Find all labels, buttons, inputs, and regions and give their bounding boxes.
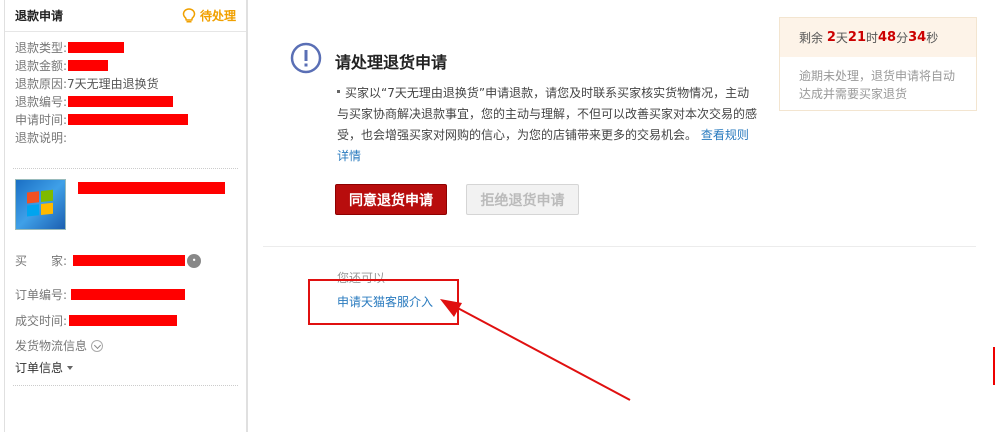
refund-amount-row: 退款金额:	[15, 56, 246, 74]
buyer-name-redacted	[73, 255, 186, 266]
redacted-value	[68, 113, 189, 125]
annotation-arrow	[440, 299, 631, 401]
caret-down-icon	[67, 365, 74, 370]
product-thumbnail[interactable]	[15, 179, 66, 230]
refund-reason-row: 退款原因: 7天无理由退换货	[15, 74, 246, 92]
info-circle-icon	[290, 42, 322, 74]
buyer-label: 买 家:	[15, 254, 68, 268]
countdown-seconds-unit: 秒	[926, 31, 939, 45]
order-number-label: 订单编号:	[15, 288, 68, 302]
buyer-row: 买 家: •	[15, 252, 202, 269]
refund-info-list: 退款类型: 退款金额: 退款原因: 7天无理由退换货 退款编号: 申请时间: 退…	[5, 32, 246, 146]
deal-time-redacted	[69, 315, 178, 326]
countdown-days-unit: 天	[835, 31, 848, 45]
countdown-hours: 21	[847, 30, 866, 45]
refund-note-row: 退款说明:	[15, 128, 246, 146]
refund-type-label: 退款类型:	[15, 40, 68, 55]
bullet-icon	[337, 90, 340, 93]
refund-amount-label: 退款金额:	[15, 58, 68, 73]
deal-time-row: 成交时间:	[15, 312, 178, 329]
product-title-redacted	[78, 182, 225, 194]
deal-time-label: 成交时间:	[15, 314, 68, 328]
chevron-down-icon	[91, 339, 104, 352]
apply-time-row: 申请时间:	[15, 110, 246, 128]
countdown-minutes: 48	[878, 30, 897, 45]
page-title: 请处理退货申请	[335, 53, 448, 72]
section-divider	[263, 246, 976, 247]
description-text: 买家以“7天无理由退换货”申请退款，请您及时联系买家核实货物情况，主动与买家协商…	[337, 86, 758, 142]
status-text: 待处理	[199, 9, 236, 23]
apply-time-label: 申请时间:	[15, 112, 68, 127]
divider	[13, 168, 238, 169]
shipping-info-label: 发货物流信息	[15, 339, 88, 353]
order-info-label: 订单信息	[15, 361, 64, 375]
order-number-row: 订单编号:	[15, 286, 186, 303]
sidebar-title: 退款申请	[15, 9, 64, 23]
chat-icon[interactable]: •	[187, 253, 202, 268]
refund-sidebar: 退款申请 待处理 退款类型: 退款金额: 退款原因: 7天无理由退换货 退款编号…	[4, 0, 247, 432]
redacted-value	[68, 41, 125, 53]
refund-reason-label: 退款原因:	[15, 76, 68, 91]
redacted-value	[68, 59, 109, 71]
windows-logo-icon	[27, 189, 55, 219]
countdown-timer: 剩余 2 天 21 时 48 分 34 秒	[780, 18, 976, 57]
refund-reason-value: 7天无理由退换货	[67, 76, 159, 91]
redacted-value	[68, 95, 174, 107]
countdown-panel: 剩余 2 天 21 时 48 分 34 秒 逾期未处理，退货申请将自动达成并需要买家退货	[779, 17, 977, 111]
refund-number-label: 退款编号:	[15, 94, 68, 109]
refund-description: 买家以“7天无理由退换货”申请退款，请您及时联系买家核实货物情况，主动与买家协商…	[337, 83, 757, 167]
lightbulb-icon	[182, 7, 196, 22]
reject-return-button[interactable]: 拒绝退货申请	[466, 184, 579, 215]
refund-note-label: 退款说明:	[15, 130, 68, 145]
agree-return-button[interactable]: 同意退货申请	[335, 184, 447, 215]
countdown-note: 逾期未处理，退货申请将自动达成并需要买家退货	[799, 69, 956, 101]
main-divider	[247, 0, 248, 432]
countdown-hours-unit: 时	[866, 31, 879, 45]
countdown-minutes-unit: 分	[896, 31, 909, 45]
divider	[13, 385, 238, 386]
refund-type-row: 退款类型:	[15, 38, 246, 56]
countdown-seconds: 34	[908, 30, 927, 45]
sidebar-header: 退款申请 待处理	[5, 0, 246, 32]
shipping-info-toggle[interactable]: 发货物流信息	[15, 337, 104, 354]
status-badge: 待处理	[182, 7, 236, 24]
order-info-toggle[interactable]: 订单信息	[15, 359, 74, 376]
countdown-prefix: 剩余	[799, 31, 824, 45]
order-number-redacted	[71, 289, 186, 300]
refund-number-row: 退款编号:	[15, 92, 246, 110]
countdown-days: 2	[826, 30, 836, 45]
